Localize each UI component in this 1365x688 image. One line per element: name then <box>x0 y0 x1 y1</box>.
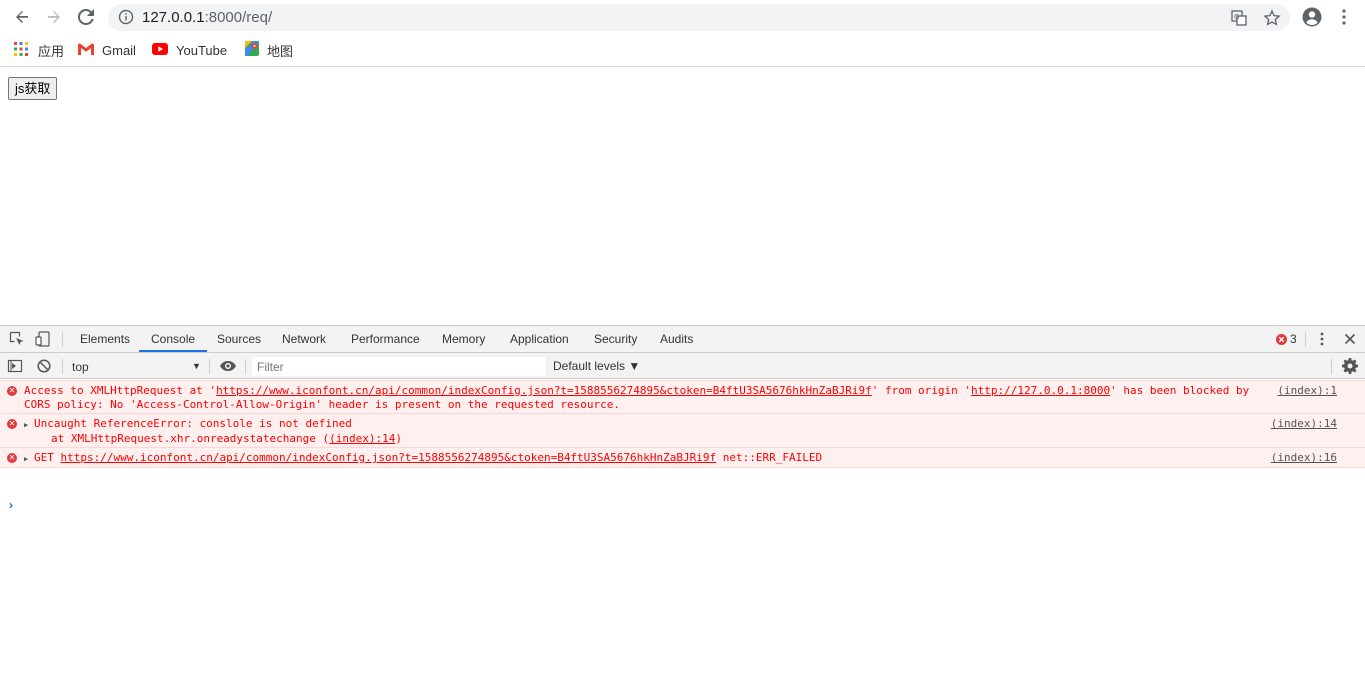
toolbar-divider <box>209 359 210 374</box>
toolbar-divider <box>245 359 246 374</box>
message-text: net::ERR_FAILED <box>716 451 823 464</box>
console-output: ✕ Access to XMLHttpRequest at 'https://w… <box>0 380 1365 512</box>
apps-grid-icon <box>14 41 28 59</box>
bookmark-apps[interactable]: 应用 <box>14 41 64 59</box>
tab-elements[interactable]: Elements <box>80 326 130 352</box>
console-toolbar: top ▼ Default levels ▼ <box>0 353 1365 379</box>
message-line: CORS policy: No 'Access-Control-Allow-Or… <box>24 398 621 411</box>
stack-source-link[interactable]: (index):14 <box>329 432 395 445</box>
error-icon <box>1276 333 1287 345</box>
expand-triangle-icon[interactable]: ▶ <box>24 418 34 432</box>
context-selector[interactable]: top <box>72 360 89 374</box>
forward-arrow-icon[interactable] <box>42 5 66 29</box>
gear-icon[interactable] <box>1342 358 1358 374</box>
url-text: 127.0.0.1:8000/req/ <box>142 9 272 26</box>
url-host: 127.0.0.1 <box>142 9 205 26</box>
svg-text:G: G <box>1234 13 1239 21</box>
console-prompt[interactable]: › <box>9 498 13 512</box>
translate-icon[interactable]: G <box>1230 9 1248 27</box>
message-line: ▶ GET https://www.iconfont.cn/api/common/… <box>24 451 1365 466</box>
sidebar-toggle-icon[interactable] <box>7 358 23 374</box>
source-link[interactable]: (index):16 <box>1271 451 1337 465</box>
origin-link[interactable]: http://127.0.0.1:8000 <box>971 384 1110 397</box>
toolbar-divider <box>62 332 63 347</box>
console-error-message: ✕ Access to XMLHttpRequest at 'https://w… <box>0 380 1365 414</box>
info-icon[interactable] <box>118 9 134 25</box>
inspect-element-icon[interactable] <box>9 331 25 347</box>
message-text: ) <box>395 432 403 445</box>
message-text: Access to XMLHttpRequest at ' <box>24 384 217 397</box>
tab-performance[interactable]: Performance <box>351 326 420 352</box>
url-path: :8000/req/ <box>204 9 273 26</box>
bookmark-label: YouTube <box>176 42 228 58</box>
bookmark-maps[interactable]: 地图 <box>245 41 293 59</box>
bookmark-youtube[interactable]: YouTube <box>152 41 227 59</box>
console-error-message: ✕ ▶ GET https://www.iconfont.cn/api/commo… <box>0 448 1365 468</box>
back-arrow-icon[interactable] <box>10 5 34 29</box>
toolbar-divider <box>1331 359 1332 374</box>
bookmarks-bar: 应用 Gmail YouTube 地图 <box>0 34 1365 67</box>
toolbar-divider <box>1305 332 1306 347</box>
error-icon: ✕ <box>7 386 17 396</box>
clear-console-icon[interactable] <box>36 358 52 374</box>
browser-toolbar: 127.0.0.1:8000/req/ G <box>0 0 1365 34</box>
bookmark-label: Gmail <box>102 42 136 58</box>
gmail-icon <box>78 42 94 58</box>
log-levels-dropdown[interactable]: Default levels ▼ <box>553 359 640 373</box>
console-error-message: ✕ ▶ Uncaught ReferenceError: conslole is … <box>0 414 1365 448</box>
youtube-icon <box>152 42 168 58</box>
error-counter[interactable]: 3 <box>1276 332 1297 346</box>
tab-memory[interactable]: Memory <box>442 326 485 352</box>
page-viewport: js获取 <box>0 68 1365 325</box>
toolbar-divider <box>62 359 63 374</box>
message-text: at XMLHttpRequest.xhr.onreadystatechange… <box>51 432 330 445</box>
message-text: ' from origin ' <box>871 384 972 397</box>
close-devtools-icon[interactable] <box>1342 331 1358 347</box>
bookmark-star-icon[interactable] <box>1263 9 1281 27</box>
devtools-tab-bar: Elements Console Sources Network Perform… <box>0 326 1365 353</box>
message-line: ▶ Uncaught ReferenceError: conslole is no… <box>24 417 1365 432</box>
reload-icon[interactable] <box>74 5 98 29</box>
browser-menu-icon[interactable] <box>1333 6 1355 28</box>
devtools-panel: Elements Console Sources Network Perform… <box>0 325 1365 688</box>
device-toolbar-icon[interactable] <box>35 331 51 347</box>
message-text: ' has been blocked by <box>1110 384 1250 397</box>
bookmark-label: 地图 <box>267 43 294 59</box>
tab-application[interactable]: Application <box>510 326 569 352</box>
error-count: 3 <box>1290 332 1297 346</box>
request-url-link[interactable]: https://www.iconfont.cn/api/common/index… <box>216 384 872 397</box>
tab-console[interactable]: Console <box>139 326 208 352</box>
expand-triangle-icon[interactable]: ▶ <box>24 452 34 466</box>
tab-network[interactable]: Network <box>282 326 326 352</box>
maps-icon <box>245 41 259 59</box>
stack-trace-line: at XMLHttpRequest.xhr.onreadystatechange… <box>24 432 1365 446</box>
tab-audits[interactable]: Audits <box>660 326 693 352</box>
message-line: Access to XMLHttpRequest at 'https://www… <box>24 384 1365 398</box>
console-filter-input[interactable] <box>252 357 546 376</box>
profile-avatar-icon[interactable] <box>1301 6 1323 28</box>
source-link[interactable]: (index):14 <box>1271 417 1337 431</box>
address-bar[interactable]: 127.0.0.1:8000/req/ G <box>108 4 1290 31</box>
chevron-down-icon[interactable]: ▼ <box>192 361 201 371</box>
tab-security[interactable]: Security <box>594 326 637 352</box>
message-text: Uncaught ReferenceError: conslole is not… <box>34 417 352 430</box>
bookmark-label: 应用 <box>38 43 65 59</box>
error-icon: ✕ <box>7 453 17 463</box>
js-fetch-button[interactable]: js获取 <box>8 77 58 100</box>
error-icon: ✕ <box>7 419 17 429</box>
tab-sources[interactable]: Sources <box>217 326 261 352</box>
source-link[interactable]: (index):1 <box>1277 384 1337 398</box>
message-text: GET <box>34 451 61 464</box>
eye-icon[interactable] <box>219 358 236 374</box>
request-url-link[interactable]: https://www.iconfont.cn/api/common/index… <box>61 451 717 464</box>
bookmark-gmail[interactable]: Gmail <box>78 41 136 59</box>
devtools-menu-icon[interactable] <box>1314 331 1330 347</box>
